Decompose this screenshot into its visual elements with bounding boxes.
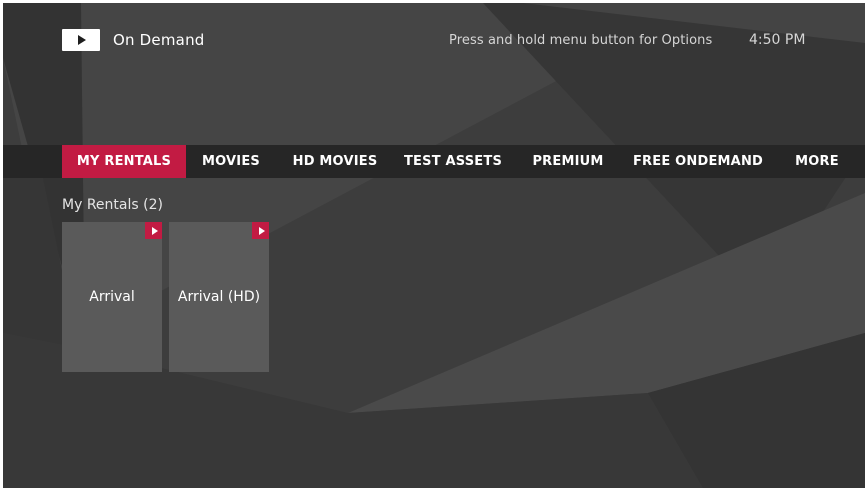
rental-title: Arrival xyxy=(89,289,135,305)
play-badge xyxy=(252,222,269,239)
play-badge xyxy=(145,222,162,239)
rental-tile-arrival-hd[interactable]: Arrival (HD) xyxy=(169,222,269,372)
play-icon xyxy=(78,35,86,45)
rental-title: Arrival (HD) xyxy=(177,289,261,305)
screen: On Demand Press and hold menu button for… xyxy=(3,3,865,488)
options-hint: Press and hold menu button for Options xyxy=(449,33,713,48)
tab-free-ondemand[interactable]: FREE ONDEMAND xyxy=(629,145,767,178)
rental-tile-arrival[interactable]: Arrival xyxy=(62,222,162,372)
play-icon xyxy=(151,226,158,235)
tab-test-assets[interactable]: TEST ASSETS xyxy=(401,145,505,178)
on-demand-logo xyxy=(62,29,100,51)
section-title: My Rentals (2) xyxy=(62,197,163,213)
category-nav: MY RENTALS MOVIES HD MOVIES TEST ASSETS … xyxy=(3,145,865,178)
page-title: On Demand xyxy=(113,31,205,49)
clock: 4:50 PM xyxy=(749,32,806,48)
tab-my-rentals[interactable]: MY RENTALS xyxy=(62,145,186,178)
tab-premium[interactable]: PREMIUM xyxy=(525,145,611,178)
tab-more[interactable]: MORE xyxy=(784,145,850,178)
tab-hd-movies[interactable]: HD MOVIES xyxy=(285,145,385,178)
play-icon xyxy=(258,226,265,235)
tab-movies[interactable]: MOVIES xyxy=(194,145,268,178)
